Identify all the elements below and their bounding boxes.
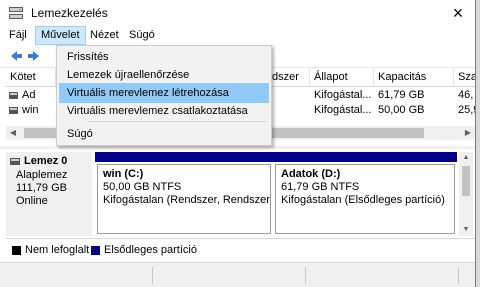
column-header-volume[interactable]: Kötet xyxy=(6,68,56,86)
volume-status: Kifogástal... xyxy=(314,89,372,101)
volume-free-space: 46, xyxy=(458,89,474,101)
partition-d[interactable]: Adatok (D:) 61,79 GB NTFS Kifogástalan (… xyxy=(273,152,457,236)
legend-swatch-unallocated xyxy=(12,246,21,255)
disk-map-vertical-scrollbar[interactable]: ▲ ▼ xyxy=(459,152,473,236)
disk-state: Online xyxy=(16,195,48,207)
close-icon: × xyxy=(452,3,464,23)
volume-drive-icon xyxy=(9,92,18,99)
menu-view[interactable]: Nézet xyxy=(85,26,124,45)
primary-partition-bar xyxy=(95,152,273,162)
menu-item-help[interactable]: Súgó xyxy=(59,124,269,144)
partition-details: Adatok (D:) 61,79 GB NTFS Kifogástalan (… xyxy=(275,164,455,234)
back-arrow-icon[interactable] xyxy=(8,48,24,64)
window-title: Lemezkezelés xyxy=(31,6,108,20)
legend-label-primary: Elsődleges partíció xyxy=(104,244,197,256)
scrollbar-thumb[interactable] xyxy=(462,166,470,196)
scroll-right-icon[interactable]: ▶ xyxy=(461,126,475,140)
status-segment xyxy=(308,267,459,284)
menu-item-attach-vhd[interactable]: Virtuális merevlemez csatlakoztatása xyxy=(59,101,269,121)
column-header-status[interactable]: Állapot xyxy=(310,68,374,86)
menu-file[interactable]: Fájl xyxy=(4,26,32,45)
disk-name: Lemez 0 xyxy=(24,155,68,167)
scroll-left-icon[interactable]: ◀ xyxy=(6,126,20,140)
disk-management-app-icon xyxy=(9,7,23,19)
legend: Nem lefoglalt Elsődleges partíció xyxy=(6,238,475,261)
column-header-filesystem[interactable]: dszer xyxy=(268,68,310,86)
disk-icon xyxy=(10,158,20,165)
legend-swatch-primary xyxy=(91,246,100,255)
scroll-down-icon[interactable]: ▼ xyxy=(459,224,473,236)
menu-action[interactable]: Művelet xyxy=(35,26,86,45)
status-segment xyxy=(155,267,306,284)
disk-management-window: Lemezkezelés × Fájl Művelet Nézet Súgó K… xyxy=(0,0,476,287)
partition-status: Kifogástalan (Rendszer, Rendszerindít xyxy=(103,194,270,206)
disk-type: Alaplemez xyxy=(16,169,68,181)
volume-capacity: 50,00 GB xyxy=(378,104,425,116)
status-bar xyxy=(0,262,475,287)
partition-title: Adatok (D:) xyxy=(281,168,341,180)
pane-splitter[interactable] xyxy=(0,146,475,149)
forward-arrow-icon[interactable] xyxy=(26,48,42,64)
menu-item-refresh[interactable]: Frissítés xyxy=(59,47,269,67)
menu-help[interactable]: Súgó xyxy=(124,26,160,45)
disk-info-panel[interactable]: Lemez 0 Alaplemez 111,79 GB Online xyxy=(6,152,92,236)
menu-item-create-vhd[interactable]: Virtuális merevlemez létrehozása xyxy=(59,83,269,103)
menu-separator xyxy=(87,121,267,122)
volume-free-space: 25,9 xyxy=(458,104,475,116)
menu-bar: Fájl Művelet Nézet Súgó xyxy=(0,26,475,45)
column-header-capacity[interactable]: Kapacitás xyxy=(374,68,454,86)
status-segment xyxy=(2,267,153,284)
partition-c[interactable]: win (C:) 50,00 GB NTFS Kifogástalan (Ren… xyxy=(95,152,273,236)
title-bar: Lemezkezelés × xyxy=(0,0,475,26)
volume-capacity: 61,79 GB xyxy=(378,89,425,101)
partition-size: 50,00 GB NTFS xyxy=(103,181,182,193)
partition-details: win (C:) 50,00 GB NTFS Kifogástalan (Ren… xyxy=(97,164,271,234)
background-window-edge xyxy=(476,0,480,287)
action-menu-dropdown: Frissítés Lemezek újraellenőrzése Virtuá… xyxy=(56,45,272,146)
column-header-free-space[interactable]: Sza xyxy=(454,68,475,86)
disk-size: 111,79 GB xyxy=(16,182,67,194)
partition-status: Kifogástalan (Elsődleges partíció) xyxy=(281,194,445,206)
legend-label-unallocated: Nem lefoglalt xyxy=(25,244,90,256)
volume-status: Kifogástal... xyxy=(314,104,372,116)
partition-title: win (C:) xyxy=(103,168,144,180)
scroll-up-icon[interactable]: ▲ xyxy=(459,152,473,164)
partition-size: 61,79 GB NTFS xyxy=(281,181,360,193)
primary-partition-bar xyxy=(273,152,457,162)
menu-item-rescan-disks[interactable]: Lemezek újraellenőrzése xyxy=(59,65,269,85)
close-button[interactable]: × xyxy=(441,0,475,26)
volume-drive-icon xyxy=(9,107,18,114)
